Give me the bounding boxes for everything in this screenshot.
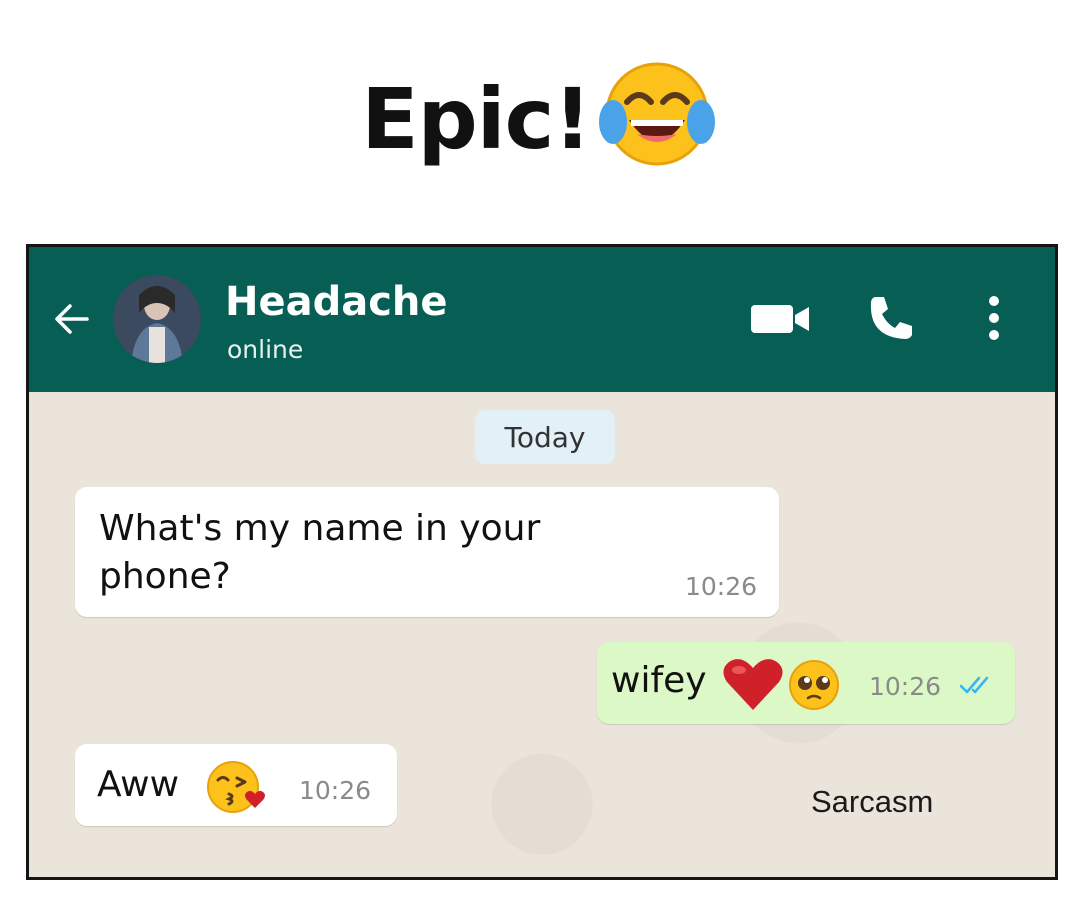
meme-caption: Epic! xyxy=(0,62,1080,175)
red-heart-icon xyxy=(721,656,785,718)
message-time: 10:26 xyxy=(684,572,757,601)
phone-call-icon[interactable] xyxy=(863,291,917,345)
chat-area[interactable]: Today What's my name in your phone? 10:2… xyxy=(29,392,1055,877)
kissing-face-icon xyxy=(205,758,271,820)
message-text: What's my name in your phone? xyxy=(99,508,541,597)
video-call-icon[interactable] xyxy=(749,295,813,343)
contact-name[interactable]: Headache xyxy=(225,279,448,325)
date-chip: Today xyxy=(475,410,615,464)
chat-header: Headache online xyxy=(29,247,1055,392)
message-time: 10:26 xyxy=(869,672,942,701)
face-with-tears-of-joy-icon xyxy=(595,54,719,175)
message-bubble-incoming[interactable]: What's my name in your phone? 10:26 xyxy=(75,487,779,617)
chat-screenshot: Headache online Today What's my name in … xyxy=(26,244,1058,880)
message-bubble-outgoing[interactable]: wifey 10:26 xyxy=(597,642,1015,724)
caption-text: Epic! xyxy=(361,69,591,168)
message-text: Aww xyxy=(97,764,180,805)
message-text: wifey xyxy=(611,660,707,701)
read-receipt-icon xyxy=(959,674,993,700)
watermark-text: Sarcasm xyxy=(811,784,934,819)
back-arrow-icon[interactable] xyxy=(51,299,91,339)
avatar[interactable] xyxy=(113,275,201,363)
message-time: 10:26 xyxy=(299,776,372,805)
more-options-icon[interactable] xyxy=(979,291,1009,345)
message-bubble-incoming[interactable]: Aww 10:26 xyxy=(75,744,397,826)
pleading-face-icon xyxy=(787,658,841,716)
contact-status: online xyxy=(227,335,304,364)
